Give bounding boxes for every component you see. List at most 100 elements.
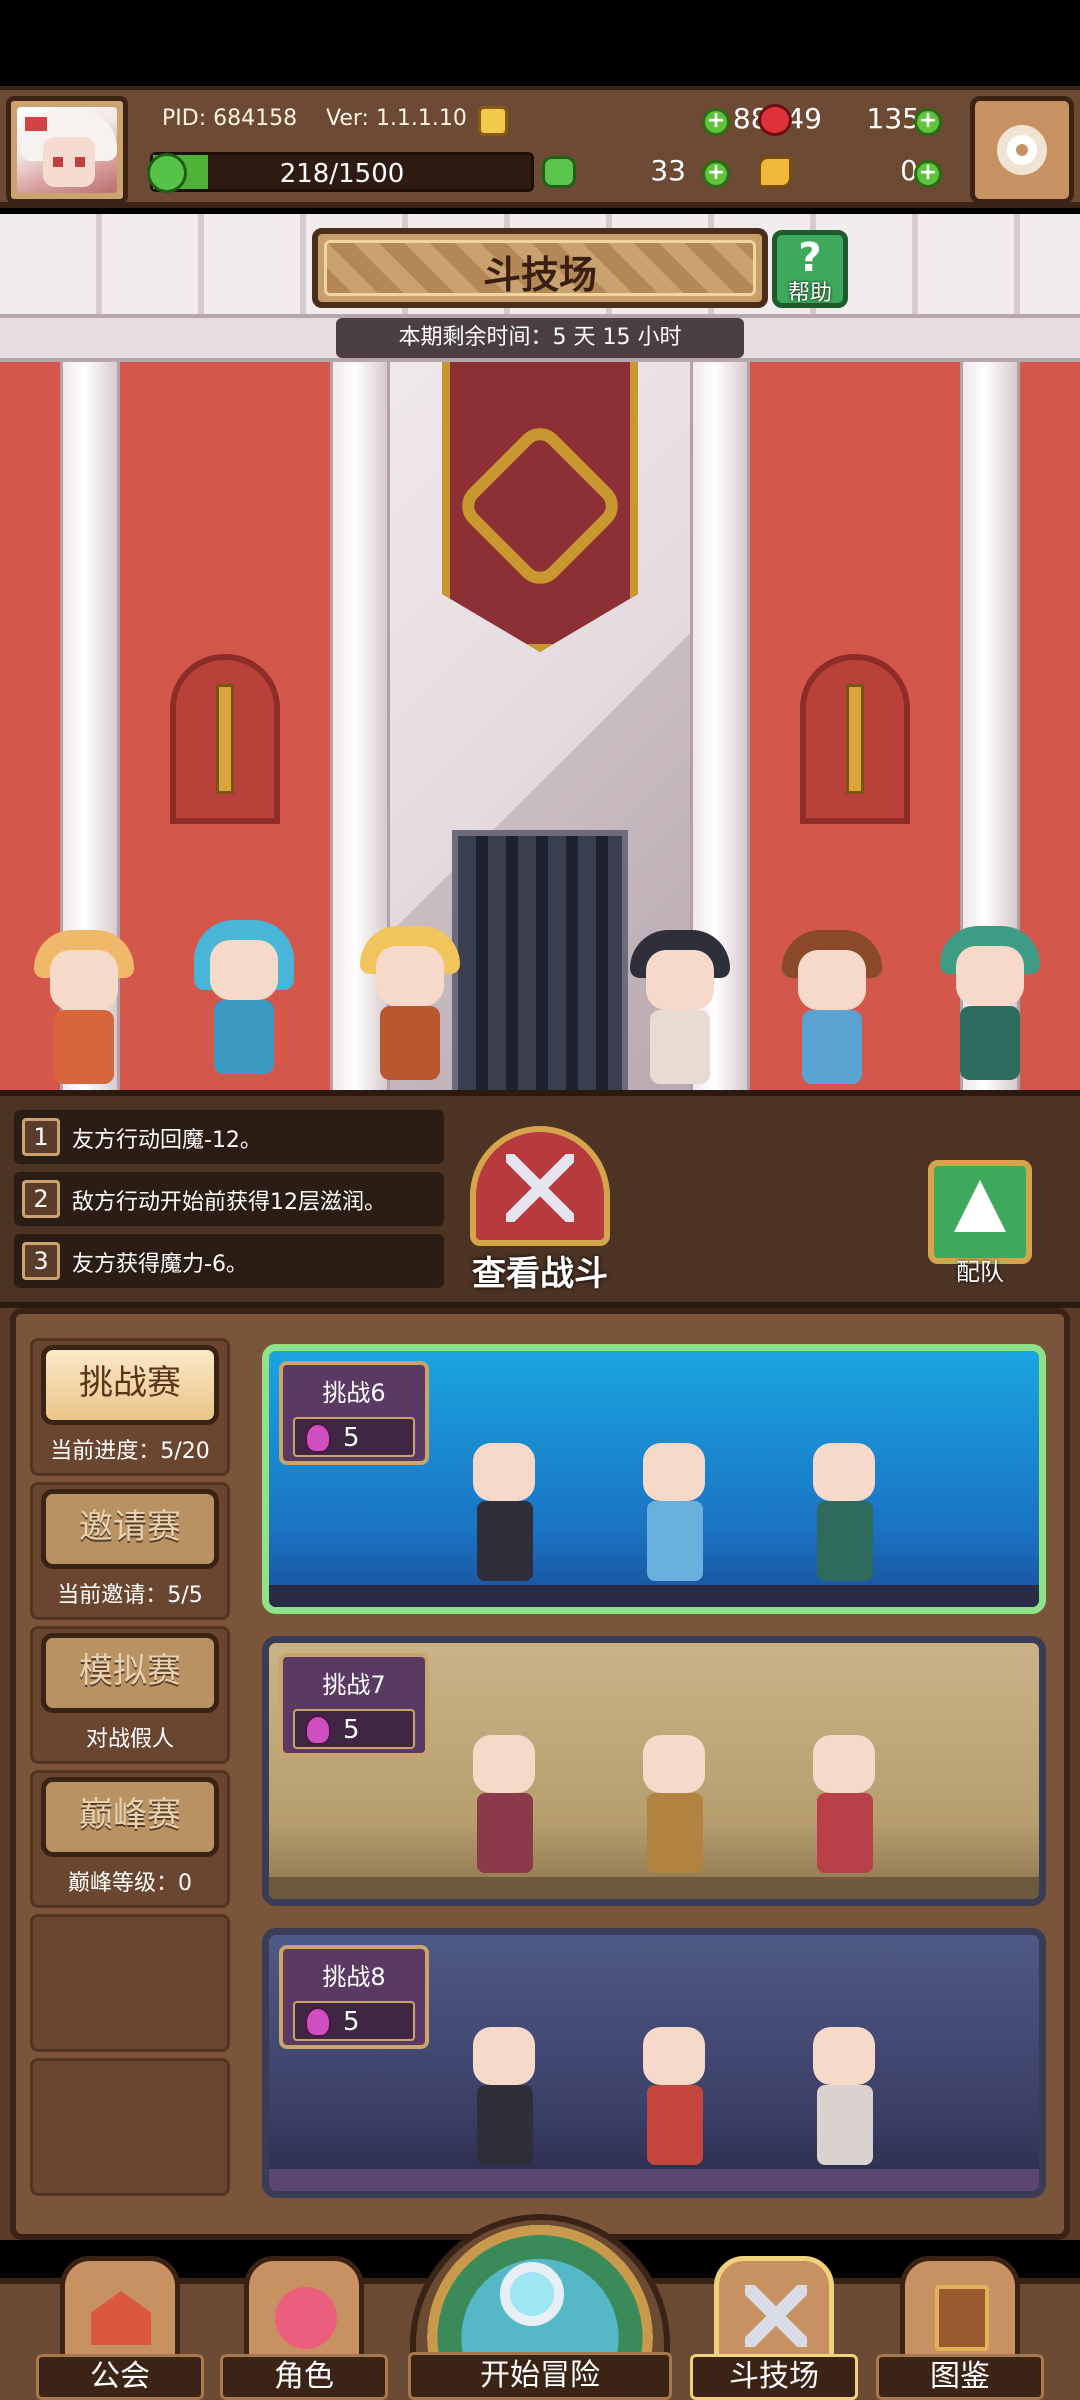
character-icon — [275, 2287, 337, 2349]
arena-main: 挑战赛 当前进度：5/20 邀请赛 当前邀请：5/5 模拟赛 对战假人 巅峰赛 … — [0, 1308, 1080, 2240]
challenge-cost: 5 — [343, 1423, 360, 1453]
enemy-sprite — [449, 2007, 559, 2177]
rule-item: 1 友方行动回魔-12。 — [14, 1110, 444, 1164]
start-adventure-button[interactable]: 开始冒险 — [400, 2214, 680, 2400]
tab-invitational[interactable]: 邀请赛 — [41, 1489, 219, 1569]
enemy-sprite — [619, 1423, 729, 1593]
sword-icon — [846, 684, 864, 794]
mode-slot: 模拟赛 对战假人 — [30, 1626, 230, 1764]
avatar-image — [17, 107, 117, 193]
hero-sprite — [772, 930, 892, 1100]
help-label: 帮助 — [787, 281, 832, 306]
player-avatar[interactable] — [6, 96, 128, 204]
mode-sidebar: 挑战赛 当前进度：5/20 邀请赛 当前邀请：5/5 模拟赛 对战假人 巅峰赛 … — [30, 1338, 230, 2228]
hero-sprite — [620, 930, 740, 1100]
challenge-title: 挑战7 — [322, 1671, 386, 1699]
enemy-sprite — [789, 1423, 899, 1593]
arena-gate — [452, 830, 628, 1090]
rule-number: 3 — [22, 1242, 60, 1280]
game-version: Ver: 1.1.1.10 — [326, 106, 467, 131]
enemy-sprite — [619, 2007, 729, 2177]
start-adventure-label: 开始冒险 — [408, 2352, 672, 2400]
status-bar — [0, 0, 1080, 86]
energy-bar: 218/1500 — [147, 152, 534, 193]
soul-gem-icon — [305, 1715, 331, 1745]
rule-text: 友方行动回魔-12。 — [72, 1128, 262, 1153]
empty-mode-slot — [30, 1914, 230, 2052]
bread-amount: 0 — [900, 154, 918, 187]
codex-book-icon — [935, 2285, 989, 2351]
add-clover-button[interactable]: + — [702, 160, 730, 188]
hero-sprite — [184, 920, 304, 1090]
hero-sprite — [350, 926, 470, 1096]
challenge-cost: 5 — [343, 1715, 360, 1745]
crossed-swords-icon — [745, 2285, 807, 2347]
enemy-sprite — [789, 2007, 899, 2177]
rule-text: 敌方行动开始前获得12层滋润。 — [72, 1190, 386, 1215]
guild-house-icon — [91, 2291, 151, 2345]
rule-item: 3 友方获得魔力-6。 — [14, 1234, 444, 1288]
resource-panel: PID: 684158 Ver: 1.1.1.10 88949 + 135 + … — [140, 98, 960, 202]
enemy-sprite — [449, 1423, 559, 1593]
help-button[interactable]: ? 帮助 — [772, 230, 848, 308]
magnifier-icon — [500, 2262, 564, 2326]
arena-rules-panel: 1 友方行动回魔-12。 2 敌方行动开始前获得12层滋润。 3 友方获得魔力-… — [0, 1090, 1080, 1308]
soul-gem-icon — [305, 1423, 331, 1453]
hero-sprite — [930, 926, 1050, 1096]
challenge-card[interactable]: 挑战7 5 — [262, 1636, 1046, 1906]
invitation-count: 当前邀请：5/5 — [57, 1583, 203, 1608]
challenge-tag: 挑战7 5 — [279, 1653, 429, 1757]
gold-coin-icon — [478, 106, 508, 136]
challenge-list: 挑战6 5 挑战7 5 挑战8 5 — [262, 1344, 1046, 2232]
empty-mode-slot — [30, 2058, 230, 2196]
challenge-card[interactable]: 挑战6 5 — [262, 1344, 1046, 1614]
rule-number: 2 — [22, 1180, 60, 1218]
enemy-sprite — [619, 1715, 729, 1885]
enemy-sprite — [789, 1715, 899, 1885]
challenge-title: 挑战6 — [322, 1379, 386, 1407]
mode-slot: 巅峰赛 巅峰等级：0 — [30, 1770, 230, 1908]
nav-codex[interactable]: 图鉴 — [876, 2250, 1044, 2400]
page-title: 斗技场 — [482, 253, 597, 297]
remaining-time: 本期剩余时间：5 天 15 小时 — [336, 318, 744, 358]
nav-characters[interactable]: 角色 — [220, 2250, 388, 2400]
team-formation-button[interactable]: 配队 — [928, 1160, 1032, 1286]
settings-button[interactable] — [970, 96, 1074, 204]
nav-guild-label: 公会 — [36, 2354, 204, 2400]
nav-arena[interactable]: 斗技场 — [690, 2250, 858, 2400]
nav-guild[interactable]: 公会 — [36, 2250, 204, 2400]
soul-gem-icon — [305, 2007, 331, 2037]
rule-item: 2 敌方行动开始前获得12层滋润。 — [14, 1172, 444, 1226]
enemy-sprite — [449, 1715, 559, 1885]
tab-peak[interactable]: 巅峰赛 — [41, 1777, 219, 1857]
nav-characters-label: 角色 — [220, 2354, 388, 2400]
player-id: PID: 684158 — [162, 106, 298, 131]
gear-icon — [997, 125, 1047, 175]
gem-amount: 135 — [866, 102, 920, 135]
mode-slot: 挑战赛 当前进度：5/20 — [30, 1338, 230, 1476]
nav-arena-label: 斗技场 — [690, 2354, 858, 2400]
challenge-cost: 5 — [343, 2007, 360, 2037]
tab-challenge[interactable]: 挑战赛 — [41, 1345, 219, 1425]
hero-sprite — [24, 930, 144, 1100]
clover-amount: 33 — [650, 154, 686, 187]
view-battle-label: 查看战斗 — [472, 1254, 608, 1294]
challenge-card[interactable]: 挑战8 5 — [262, 1928, 1046, 2198]
bread-icon — [758, 156, 792, 188]
add-bread-button[interactable]: + — [914, 160, 942, 188]
add-gem-button[interactable]: + — [914, 108, 942, 136]
mode-slot: 邀请赛 当前邀请：5/5 — [30, 1482, 230, 1620]
challenge-tag: 挑战8 5 — [279, 1945, 429, 2049]
view-battle-button[interactable]: 查看战斗 — [440, 1126, 640, 1306]
tab-simulation[interactable]: 模拟赛 — [41, 1633, 219, 1713]
clover-icon — [542, 156, 576, 188]
challenge-progress: 当前进度：5/20 — [50, 1439, 210, 1464]
energy-text: 218/1500 — [279, 159, 405, 189]
challenge-tag: 挑战6 5 — [279, 1361, 429, 1465]
challenge-title: 挑战8 — [322, 1963, 386, 1991]
peak-level: 巅峰等级：0 — [68, 1871, 192, 1896]
nav-codex-label: 图鉴 — [876, 2354, 1044, 2400]
rule-text: 友方获得魔力-6。 — [72, 1252, 248, 1277]
team-label: 配队 — [956, 1258, 1004, 1286]
add-gold-button[interactable]: + — [702, 108, 730, 136]
